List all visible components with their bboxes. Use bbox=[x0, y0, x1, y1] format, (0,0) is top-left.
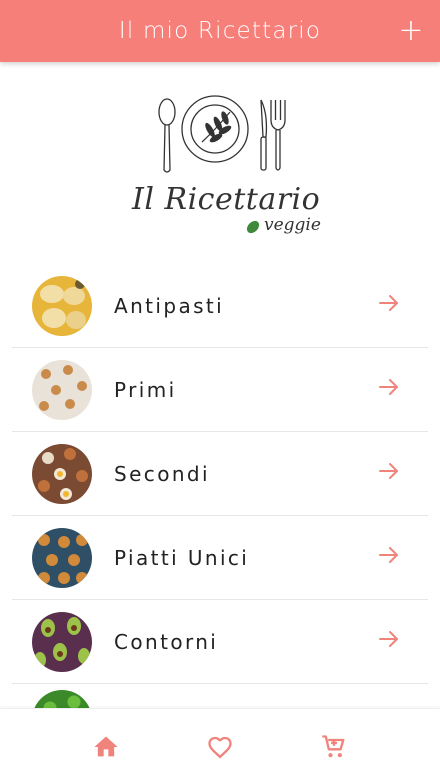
bottom-navigation bbox=[0, 708, 440, 782]
knife-icon bbox=[260, 99, 268, 171]
category-row-antipasti[interactable]: Antipasti bbox=[12, 264, 428, 348]
category-row-primi[interactable]: Primi bbox=[12, 348, 428, 432]
logo-title: Il Ricettario bbox=[132, 182, 321, 217]
arrow-right-icon bbox=[379, 379, 398, 395]
category-label: Primi bbox=[114, 377, 177, 402]
home-icon[interactable] bbox=[92, 733, 120, 761]
secondi-thumbnail bbox=[32, 443, 92, 504]
category-label: Secondi bbox=[114, 461, 210, 486]
app-bar: Il mio Ricettario + bbox=[0, 0, 440, 62]
primi-thumbnail bbox=[32, 359, 92, 420]
category-row-contorni[interactable]: Contorni bbox=[12, 600, 428, 684]
app-title: Il mio Ricettario bbox=[118, 18, 322, 44]
arrow-right-icon bbox=[379, 295, 398, 311]
antipasti-thumbnail bbox=[32, 275, 92, 336]
leaf-sprig-icon bbox=[201, 111, 232, 143]
arrow-right-icon bbox=[379, 631, 398, 647]
category-label: Piatti Unici bbox=[114, 545, 250, 570]
cart-icon[interactable] bbox=[320, 733, 348, 761]
logo-subtitle: veggie bbox=[264, 215, 321, 235]
contorni-thumbnail bbox=[32, 611, 92, 672]
fork-icon bbox=[270, 100, 286, 171]
heart-icon[interactable] bbox=[206, 733, 234, 761]
category-label: Antipasti bbox=[114, 293, 225, 318]
arrow-right-icon bbox=[379, 463, 398, 479]
category-row-secondi[interactable]: Secondi bbox=[12, 432, 428, 516]
category-list: Antipasti Primi Secondi Piatti Unici Con… bbox=[12, 264, 428, 684]
spoon-icon bbox=[158, 98, 176, 173]
category-row-piatti-unici[interactable]: Piatti Unici bbox=[12, 516, 428, 600]
category-label: Contorni bbox=[114, 629, 219, 654]
leaf-icon bbox=[246, 220, 260, 234]
next-category-thumbnail-partial bbox=[32, 690, 92, 710]
add-recipe-button[interactable]: + bbox=[396, 14, 426, 48]
piatti-unici-thumbnail bbox=[32, 527, 92, 588]
arrow-right-icon bbox=[379, 547, 398, 563]
